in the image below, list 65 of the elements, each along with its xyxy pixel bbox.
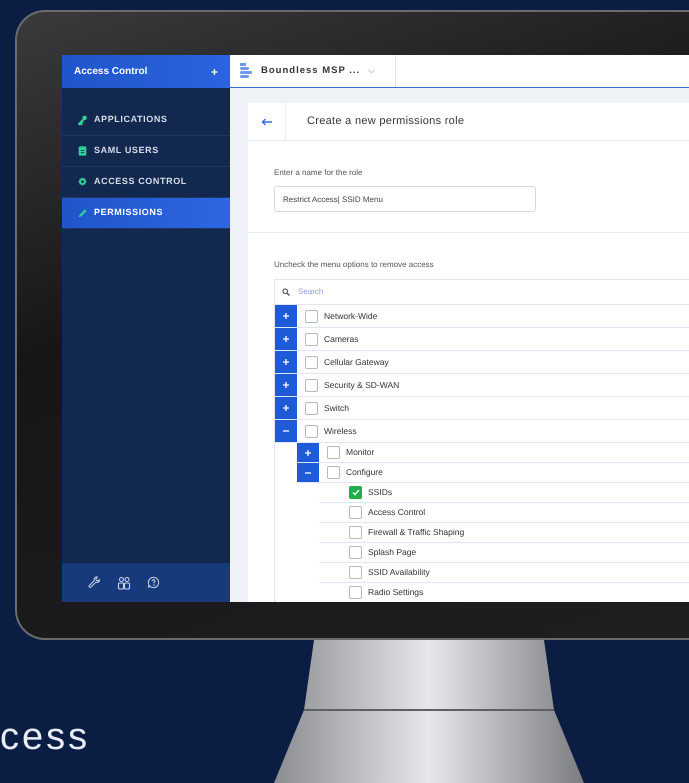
tree-item-label: Firewall & Traffic Shaping [368, 526, 464, 539]
checkbox[interactable] [349, 506, 362, 519]
section-label: Uncheck the menu options to remove access [274, 259, 435, 271]
checkbox[interactable] [305, 424, 318, 438]
role-name-field[interactable]: Restrict Access| SSID Menu [274, 186, 536, 212]
tree-item-label: Configure [346, 466, 383, 479]
sidebar-item[interactable]: APPLICATIONS [62, 105, 230, 136]
users-icon[interactable] [117, 576, 131, 590]
plus-icon [305, 450, 311, 456]
search-icon [282, 288, 290, 296]
checkbox[interactable] [349, 586, 362, 599]
plus-icon [283, 405, 289, 411]
document-icon [77, 145, 88, 157]
tree-item-label: Cameras [324, 332, 358, 346]
checkbox[interactable] [327, 466, 340, 479]
checkbox[interactable] [349, 526, 362, 539]
expand-button[interactable] [297, 443, 319, 462]
tree-item-label: Access Control [368, 506, 426, 519]
tree-item-label: Radio Settings [368, 586, 424, 599]
checkbox[interactable] [327, 446, 340, 459]
checkbox[interactable] [305, 332, 318, 346]
checkbox[interactable] [349, 566, 362, 579]
tree-item-label: Security & SD-WAN [324, 378, 400, 392]
pencil-icon [77, 207, 88, 219]
sidebar-item[interactable]: SAML USERS [62, 136, 230, 167]
wrench-icon[interactable] [88, 576, 101, 589]
expand-button[interactable] [275, 305, 297, 327]
expand-button[interactable] [275, 351, 297, 373]
plus-icon [283, 382, 289, 388]
plus-icon [283, 359, 289, 365]
key-icon [77, 114, 88, 126]
tree-item-label: Network-Wide [324, 310, 378, 322]
tree-item-label: Splash Page [368, 546, 416, 559]
checkbox[interactable] [305, 402, 318, 414]
tree-item-label: Monitor [346, 446, 374, 459]
tree-item-label: Switch [324, 402, 350, 414]
caption-text: cess [0, 718, 90, 760]
tree-item-label: Cellular Gateway [324, 356, 389, 368]
tree-item-label: SSID Availability [368, 566, 430, 579]
tree-item-label: Wireless [324, 424, 357, 438]
add-button[interactable]: + [210, 62, 218, 80]
checkbox[interactable] [305, 356, 318, 368]
expand-button[interactable] [275, 374, 297, 396]
sidebar-title: Access Control [74, 65, 148, 79]
tree-item-label: SSIDs [368, 486, 392, 499]
checkbox[interactable] [349, 486, 362, 499]
checkmark-icon [352, 489, 360, 496]
minus-icon [283, 428, 289, 434]
gear-icon [77, 176, 88, 188]
checkbox[interactable] [305, 310, 318, 322]
back-arrow-icon [260, 118, 272, 126]
logo-icon [240, 63, 253, 79]
plus-icon [283, 313, 289, 319]
page-title: Create a new permissions role [307, 114, 464, 130]
checkbox[interactable] [349, 546, 362, 559]
field-label: Enter a name for the role [274, 167, 364, 179]
expand-button[interactable] [275, 397, 297, 419]
help-icon[interactable] [147, 576, 160, 589]
caret-icon[interactable] [368, 68, 376, 74]
plus-icon [283, 336, 289, 342]
sidebar-item[interactable]: PERMISSIONS [62, 198, 230, 229]
minus-icon [305, 470, 311, 476]
organization-name[interactable]: Boundless MSP ... [261, 64, 360, 78]
checkbox[interactable] [305, 378, 318, 392]
expand-button[interactable] [275, 328, 297, 350]
